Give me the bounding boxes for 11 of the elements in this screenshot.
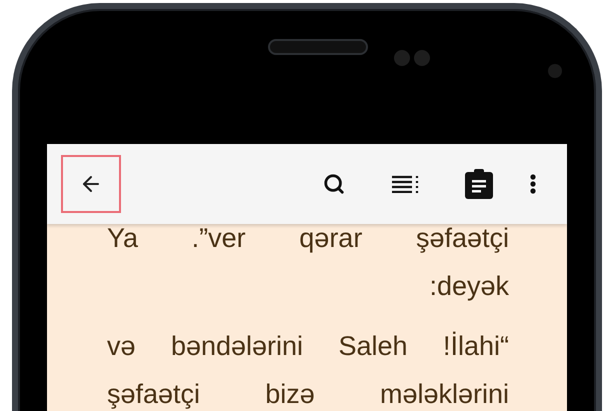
search-icon <box>323 173 345 195</box>
list-lines-icon <box>392 175 420 193</box>
front-camera <box>548 64 562 78</box>
more-icon <box>530 174 536 194</box>
clipboard-icon <box>465 169 493 199</box>
paragraph-line: şəfaətçi bizə mələklərini <box>107 379 509 409</box>
paragraph-line: :deyək <box>428 271 509 301</box>
paragraph-line: və bəndələrini Saleh !İlahi“ <box>107 331 509 361</box>
back-button[interactable] <box>61 155 121 213</box>
paragraph-line: Ya .”ver qərar şəfaətçi <box>107 223 509 253</box>
sensor-dots <box>394 50 430 66</box>
